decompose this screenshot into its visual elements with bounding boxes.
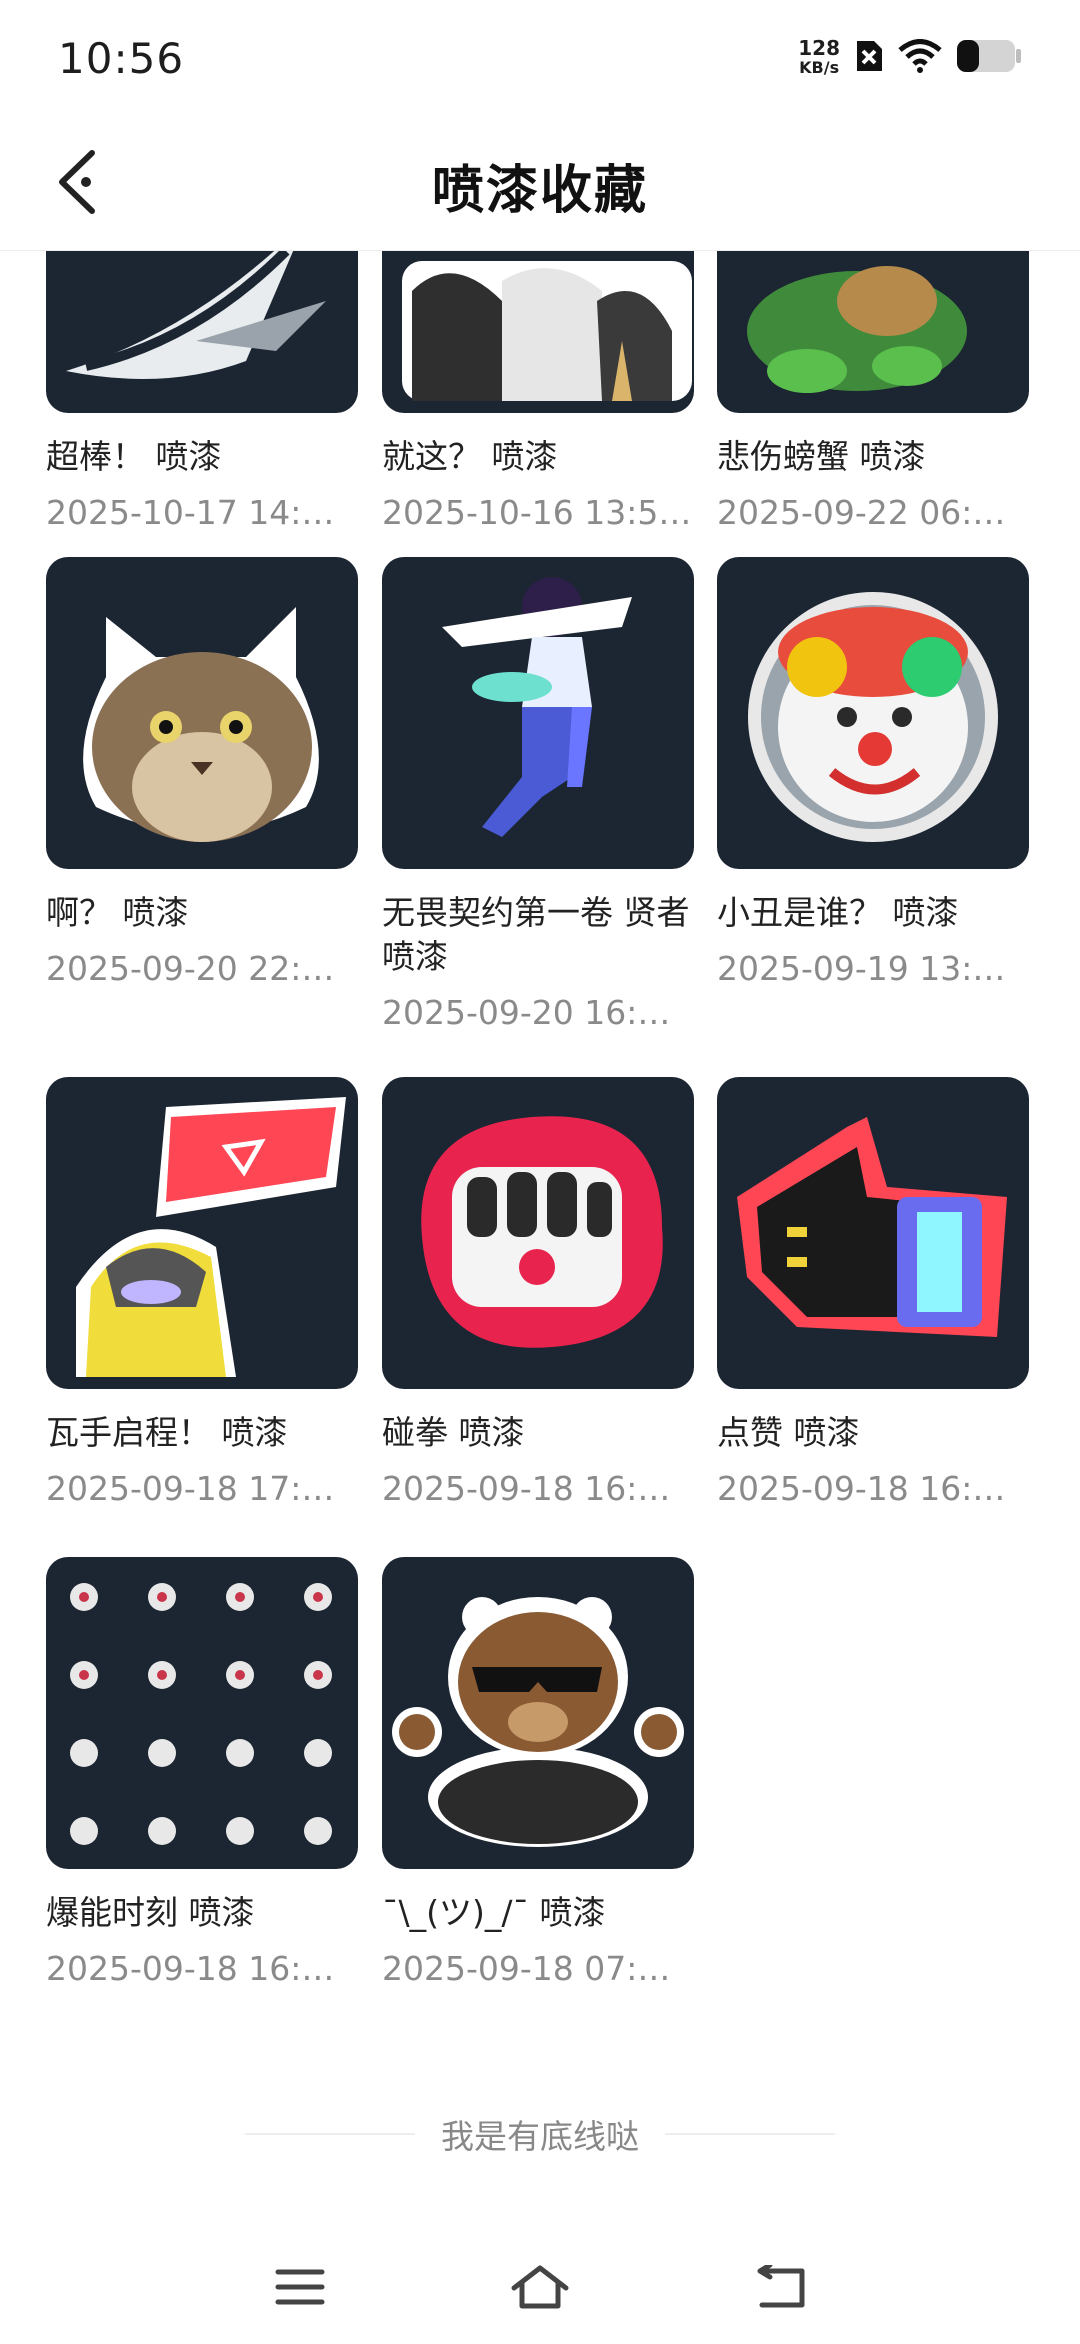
spray-card[interactable]: 点赞 喷漆 2025-09-18 16:… — [717, 1077, 1029, 1511]
spray-date: 2025-09-18 16:… — [717, 1469, 1006, 1508]
sim-disabled-icon — [854, 39, 884, 77]
spray-date: 2025-10-16 13:5… — [382, 493, 692, 532]
spray-title: 点赞 喷漆 — [717, 1413, 860, 1452]
spray-title: 超棒！ 喷漆 — [46, 437, 222, 476]
spray-title: 悲伤螃蟹 喷漆 — [717, 437, 926, 476]
spray-thumbnail[interactable] — [382, 557, 694, 869]
spray-title: 就这？ 喷漆 — [382, 437, 558, 476]
divider-right — [665, 2133, 835, 2135]
spray-thumbnail[interactable] — [717, 557, 1029, 869]
end-of-list: 我是有底线哒 — [0, 2110, 1080, 2158]
spray-title: 爆能时刻 喷漆 — [46, 1893, 255, 1932]
divider-left — [245, 2133, 415, 2135]
network-speed: 128 KB/s — [798, 38, 840, 78]
spray-date: 2025-09-22 06:… — [717, 493, 1006, 532]
network-speed-unit: KB/s — [799, 58, 840, 77]
spray-card[interactable]: 就这？ 喷漆 2025-10-16 13:5… — [382, 251, 694, 535]
spray-card[interactable]: ¯\_(ツ)_/¯ 喷漆 2025-09-18 07:… — [382, 1557, 694, 1991]
menu-button[interactable] — [260, 2254, 340, 2324]
back-icon — [752, 2262, 808, 2313]
spray-card[interactable]: 啊？ 喷漆 2025-09-20 22:… — [46, 557, 358, 991]
spray-card[interactable]: 瓦手启程！ 喷漆 2025-09-18 17:… — [46, 1077, 358, 1511]
home-icon — [510, 2264, 570, 2314]
spray-thumbnail[interactable] — [382, 1077, 694, 1389]
spray-date: 2025-09-18 07:… — [382, 1949, 671, 1988]
spray-date: 2025-09-18 16:… — [46, 1949, 335, 1988]
wifi-icon — [898, 39, 942, 77]
spray-card[interactable]: 悲伤螃蟹 喷漆 2025-09-22 06:… — [717, 251, 1029, 535]
spray-thumbnail[interactable] — [46, 251, 358, 413]
status-bar: 10:56 128 KB/s — [0, 0, 1080, 120]
spray-thumbnail[interactable] — [717, 251, 1029, 413]
spray-title: ¯\_(ツ)_/¯ 喷漆 — [382, 1893, 606, 1932]
spray-date: 2025-10-17 14:… — [46, 493, 335, 532]
page-title: 喷漆收藏 — [431, 161, 648, 221]
spray-thumbnail[interactable] — [717, 1077, 1029, 1389]
spray-date: 2025-09-18 16:… — [382, 1469, 671, 1508]
spray-grid: 超棒！ 喷漆 2025-10-17 14:… 就这？ 喷漆 2025-10-16… — [0, 251, 1080, 2081]
spray-date: 2025-09-19 13:… — [717, 949, 1006, 988]
spray-thumbnail[interactable] — [382, 251, 694, 413]
status-time: 10:56 — [58, 34, 185, 83]
back-nav-button[interactable] — [740, 2254, 820, 2324]
home-button[interactable] — [500, 2254, 580, 2324]
spray-card[interactable]: 无畏契约第一卷 贤者 喷漆 2025-09-20 16:… — [382, 557, 694, 1035]
header: 喷漆收藏 — [0, 120, 1080, 251]
system-nav-bar — [0, 2240, 1080, 2344]
spray-card[interactable]: 小丑是谁？ 喷漆 2025-09-19 13:… — [717, 557, 1029, 991]
spray-title: 小丑是谁？ 喷漆 — [717, 893, 959, 932]
spray-thumbnail[interactable] — [46, 1077, 358, 1389]
spray-title: 啊？ 喷漆 — [46, 893, 189, 932]
end-of-list-text: 我是有底线哒 — [441, 2117, 639, 2156]
menu-icon — [275, 2267, 325, 2311]
spray-thumbnail[interactable] — [46, 557, 358, 869]
spray-date: 2025-09-20 16:… — [382, 993, 671, 1032]
spray-title: 瓦手启程！ 喷漆 — [46, 1413, 288, 1452]
spray-thumbnail[interactable] — [382, 1557, 694, 1869]
spray-date: 2025-09-20 22:… — [46, 949, 335, 988]
spray-card[interactable]: 碰拳 喷漆 2025-09-18 16:… — [382, 1077, 694, 1511]
spray-title: 碰拳 喷漆 — [382, 1413, 525, 1452]
battery-icon — [956, 38, 1022, 78]
spray-thumbnail[interactable] — [46, 1557, 358, 1869]
spray-title: 无畏契约第一卷 贤者 喷漆 — [382, 893, 690, 976]
status-icons: 128 KB/s — [798, 38, 1022, 78]
network-speed-value: 128 — [798, 36, 840, 60]
spray-card[interactable]: 超棒！ 喷漆 2025-10-17 14:… — [46, 251, 358, 535]
spray-date: 2025-09-18 17:… — [46, 1469, 335, 1508]
spray-card[interactable]: 爆能时刻 喷漆 2025-09-18 16:… — [46, 1557, 358, 1991]
